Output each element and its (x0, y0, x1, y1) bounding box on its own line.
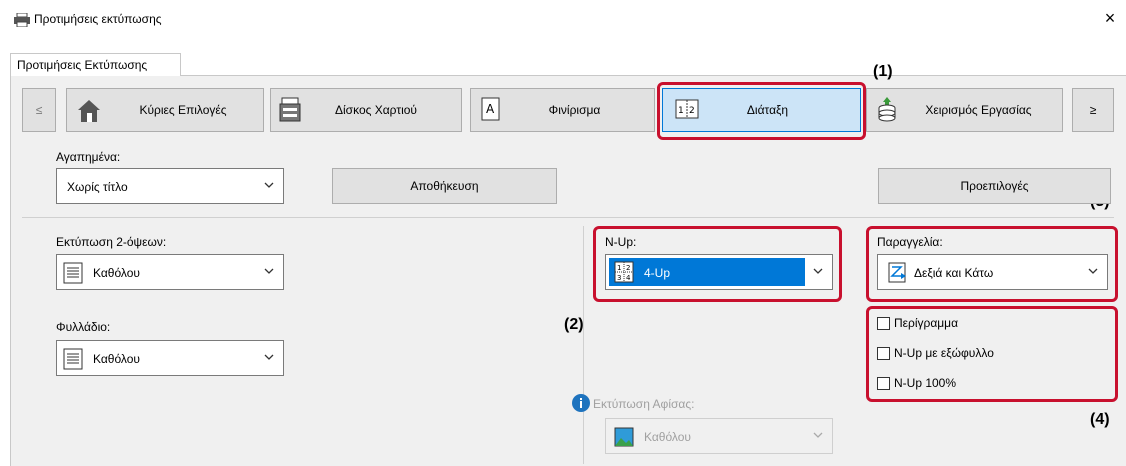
poster-label: Εκτύπωση Αφίσας: (593, 397, 695, 411)
document-icon (63, 262, 83, 284)
title-bar (0, 0, 1126, 40)
callout-4: (4) (1090, 411, 1110, 428)
border-checkbox[interactable]: Περίγραμμα (877, 316, 958, 330)
nup-label: N-Up: (605, 235, 637, 249)
svg-text:4: 4 (626, 274, 631, 282)
checkbox-box[interactable] (877, 376, 890, 390)
save-button[interactable]: Αποθήκευση (332, 168, 557, 204)
nup-selected-highlight (609, 258, 805, 286)
document-icon (63, 348, 83, 370)
duplex-label: Εκτύπωση 2-όψεων: (56, 235, 167, 249)
duplex-dropdown[interactable]: Καθόλου (56, 254, 284, 290)
chevron-down-icon (264, 268, 274, 274)
nav-item-label: Δίσκος Χαρτιού (335, 103, 417, 117)
favorites-dropdown[interactable]: Χωρίς τίτλο (56, 168, 284, 204)
poster-value: Καθόλου (644, 430, 691, 444)
order-right-down-icon (888, 262, 906, 283)
order-label: Παραγγελία: (877, 235, 943, 249)
printer-icon (14, 13, 30, 27)
svg-text:2: 2 (626, 264, 630, 272)
nav-item-finishing[interactable]: A Φινίρισμα (470, 88, 655, 132)
chevron-down-icon (264, 354, 274, 360)
favorites-value: Χωρίς τίτλο (67, 180, 128, 194)
booklet-label: Φυλλάδιο: (56, 320, 111, 334)
booklet-dropdown[interactable]: Καθόλου (56, 340, 284, 376)
svg-text:1: 1 (617, 264, 621, 272)
booklet-value: Καθόλου (93, 352, 140, 366)
poster-image-icon (614, 427, 634, 447)
highlight-layout-tab (657, 82, 866, 140)
checkbox-box[interactable] (877, 346, 890, 360)
nup-100-checkbox[interactable]: N-Up 100% (877, 376, 956, 390)
chevron-down-icon (813, 432, 823, 438)
divider (22, 217, 1114, 218)
chevron-down-icon (264, 182, 274, 188)
svg-text:3: 3 (617, 274, 621, 282)
checkbox-label: N-Up με εξώφυλλο (894, 346, 994, 360)
divider (22, 308, 282, 309)
nav-item-paper-tray[interactable]: Δίσκος Χαρτιού (270, 88, 462, 132)
favorites-label: Αγαπημένα: (56, 150, 121, 164)
nav-item-label: Φινίρισμα (548, 103, 601, 117)
nup-dropdown[interactable]: 1 2 3 4 4-Up (605, 254, 833, 290)
nav-prev-button[interactable]: ≤ (22, 88, 56, 132)
callout-1: (1) (873, 63, 893, 80)
order-value: Δεξιά και Κάτω (914, 266, 994, 280)
chevron-down-icon (1088, 268, 1098, 274)
nav-item-label: Χειρισμός Εργασίας (925, 103, 1032, 117)
duplex-value: Καθόλου (93, 266, 140, 280)
callout-2: (2) (564, 316, 584, 333)
close-button[interactable]: × (1100, 8, 1120, 28)
tab-print-preferences[interactable]: Προτιμήσεις Εκτύπωσης (10, 53, 181, 76)
window-title: Προτιμήσεις εκτύπωσης (34, 12, 162, 26)
nav-item-job-handling[interactable]: Χειρισμός Εργασίας (866, 88, 1063, 132)
defaults-button[interactable]: Προεπιλογές (878, 168, 1111, 204)
divider (583, 226, 584, 464)
nav-item-label: Κύριες Επιλογές (139, 103, 227, 117)
checkbox-label: Περίγραμμα (894, 316, 959, 330)
checkbox-label: N-Up 100% (894, 376, 957, 390)
nav-next-button[interactable]: ≥ (1072, 88, 1114, 132)
checkbox-box[interactable] (877, 316, 890, 330)
poster-dropdown: Καθόλου (605, 418, 833, 454)
order-dropdown[interactable]: Δεξιά και Κάτω (877, 254, 1108, 290)
nup-value: 4-Up (644, 266, 671, 280)
chevron-down-icon (813, 268, 823, 274)
nav-item-main[interactable]: Κύριες Επιλογές (66, 88, 264, 132)
nup-cover-checkbox[interactable]: N-Up με εξώφυλλο (877, 346, 994, 360)
nup-4up-icon: 1 2 3 4 (614, 261, 634, 283)
info-icon (572, 394, 590, 412)
